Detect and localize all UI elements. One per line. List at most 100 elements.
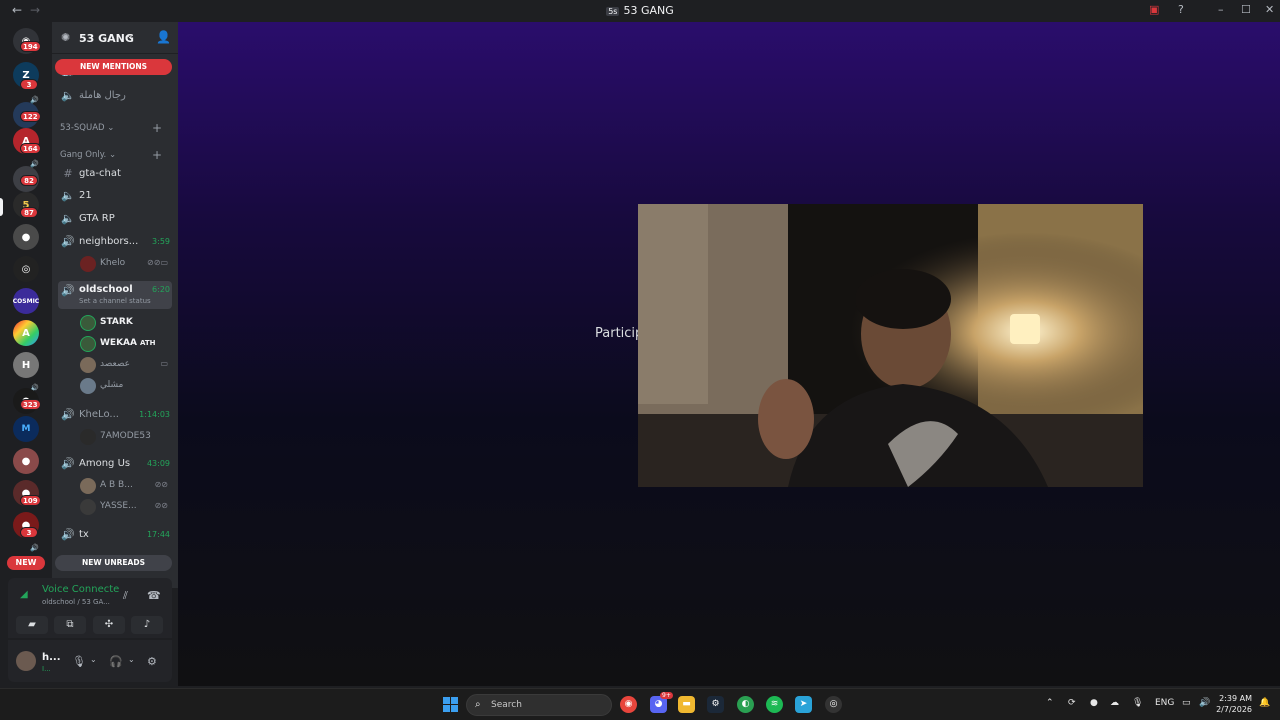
notification-bell-icon[interactable]: 🔔: [1259, 698, 1270, 708]
headphones-icon[interactable]: 🎧: [109, 655, 123, 668]
user-name: h...: [42, 652, 61, 663]
badge: 194: [20, 41, 41, 52]
server-glyph: 5s: [606, 7, 620, 16]
server-icon[interactable]: ◎: [13, 256, 39, 282]
app-icon[interactable]: ◎: [825, 696, 842, 713]
avatar[interactable]: [16, 651, 36, 671]
channel-among-us[interactable]: 🔊 Among Us 43:09: [58, 454, 172, 474]
microphone-icon[interactable]: 🎙: [1132, 698, 1143, 708]
spotify-icon[interactable]: ≋: [766, 696, 783, 713]
voice-location[interactable]: oldschool / 53 GA...: [42, 598, 110, 606]
clock[interactable]: 2:39 AM 2/7/2026: [1212, 693, 1252, 715]
participant-text: Particip: [595, 326, 644, 341]
add-member-icon[interactable]: 👤: [156, 30, 171, 44]
voice-user[interactable]: STARK: [80, 314, 170, 332]
minimize-button[interactable]: –: [1218, 3, 1224, 16]
channel-tx[interactable]: 🔊 tx 17:44: [58, 525, 172, 545]
server-icon[interactable]: COSMIC: [13, 288, 39, 314]
noise-suppression-icon[interactable]: ⫽: [123, 589, 128, 603]
voice-user[interactable]: 7AMODE53: [80, 428, 170, 446]
close-button[interactable]: ✕: [1265, 3, 1274, 16]
server-icon[interactable]: ●: [13, 448, 39, 474]
search-icon: ⌕: [475, 699, 481, 710]
app-icon[interactable]: ◐: [737, 696, 754, 713]
window-title: 5s 53 GANG: [0, 4, 1280, 17]
help-icon[interactable]: ?: [1178, 3, 1184, 16]
volume-icon[interactable]: 🔊: [1199, 698, 1210, 708]
voice-user[interactable]: مشلي: [80, 377, 170, 395]
signal-icon[interactable]: ◢: [20, 589, 28, 600]
add-channel-icon[interactable]: +: [152, 121, 162, 135]
category-53-squad[interactable]: 53-SQUAD ⌄ +: [60, 121, 162, 135]
tray-app-icon[interactable]: ⟳: [1068, 698, 1076, 708]
speaker-icon: 🔊: [30, 544, 39, 552]
new-servers-pill[interactable]: NEW: [7, 556, 45, 570]
channel-status[interactable]: Set a channel status: [79, 297, 151, 305]
chevron-down-icon: ⌄: [126, 31, 134, 41]
user-tag: ATH: [139, 339, 156, 347]
chrome-icon[interactable]: ◉: [620, 696, 637, 713]
microphone-icon[interactable]: 🎙: [72, 655, 86, 668]
steam-icon[interactable]: ⚙: [707, 696, 724, 713]
telegram-icon[interactable]: ➤: [795, 696, 812, 713]
speaker-icon: 🔈: [61, 189, 75, 202]
voice-timer: 43:09: [146, 459, 170, 468]
chevron-down-icon[interactable]: ⌄: [128, 655, 135, 664]
avatar: [80, 336, 96, 352]
settings-gear-icon[interactable]: ⚙: [147, 655, 157, 668]
avatar: [80, 429, 96, 445]
maximize-button[interactable]: ☐: [1241, 3, 1251, 16]
badge: 87: [20, 207, 38, 218]
taskbar-search[interactable]: ⌕ Search: [466, 694, 612, 716]
new-mentions-banner[interactable]: NEW MENTIONS: [55, 59, 172, 75]
category-gang-only[interactable]: Gang Only. ⌄ +: [60, 148, 162, 162]
channel-label: tx: [79, 529, 89, 540]
chevron-down-icon[interactable]: ⌄: [90, 655, 97, 664]
channel-gta-rp[interactable]: 🔈 GTA RP: [58, 209, 172, 229]
add-channel-icon[interactable]: +: [152, 148, 162, 162]
server-header[interactable]: ✺ 53 GANG ⌄ 👤: [52, 22, 178, 54]
voice-user[interactable]: عصعصد ▭: [80, 356, 170, 374]
channel-khelo[interactable]: 🔊 KheLo... 1:14:03: [58, 405, 172, 425]
screen-share-icon[interactable]: ▣: [1149, 3, 1159, 16]
user-name: YASSE...: [100, 501, 137, 511]
badge: 164: [20, 143, 41, 154]
voice-user[interactable]: A B B... ⊘⊘: [80, 477, 170, 495]
activities-icon[interactable]: ✣: [93, 616, 125, 634]
voice-user[interactable]: WEKAA ATH: [80, 335, 170, 353]
disconnect-icon[interactable]: ☎: [147, 589, 161, 602]
muted-deafened-icon: ⊘⊘: [154, 480, 168, 489]
tray-app-icon[interactable]: ●: [1090, 698, 1098, 708]
speaker-icon: 🔊: [61, 528, 75, 541]
soundboard-icon[interactable]: ♪: [131, 616, 163, 634]
voice-user[interactable]: Khelo ⊘⊘▭: [80, 255, 170, 273]
file-explorer-icon[interactable]: ▬: [678, 696, 695, 713]
server-icon[interactable]: A: [13, 320, 39, 346]
server-icon[interactable]: H: [13, 352, 39, 378]
channel-21[interactable]: 🔈 21: [58, 186, 172, 206]
category-label: Gang Only.: [60, 150, 107, 160]
server-icon[interactable]: ●: [13, 224, 39, 250]
start-button[interactable]: [443, 697, 458, 712]
camera-off-icon[interactable]: ▰: [16, 616, 48, 634]
user-name-text: WEKAA: [100, 338, 137, 348]
channel-label: KheLo...: [79, 409, 119, 420]
language-indicator[interactable]: ENG: [1155, 698, 1174, 708]
onedrive-icon[interactable]: ☁: [1110, 698, 1119, 708]
webcam-video-tile[interactable]: [638, 204, 1143, 487]
discord-badge: 9+: [660, 692, 673, 699]
chevron-up-icon[interactable]: ⌃: [1046, 698, 1054, 708]
channel-arabic[interactable]: 🔈 رجال هاملة: [58, 86, 172, 106]
channel-oldschool[interactable]: 🔊 oldschool 6:20 Set a channel status: [58, 281, 172, 309]
voice-user[interactable]: YASSE... ⊘⊘: [80, 498, 170, 516]
screen-share-icon[interactable]: ⧉: [54, 616, 86, 634]
windows-taskbar: ⌕ Search ◉ ◕ 9+ ▬ ⚙ ◐ ≋ ➤ ◎ ⌃ ⟳ ● ☁ 🎙 EN…: [0, 688, 1280, 720]
speaker-icon: 🔊: [61, 235, 75, 248]
channel-gta-chat[interactable]: # gta-chat: [58, 164, 172, 184]
windows-logo-icon: [451, 705, 458, 712]
network-icon[interactable]: ▭: [1182, 698, 1191, 708]
hash-icon: #: [63, 167, 73, 180]
server-icon[interactable]: M: [13, 416, 39, 442]
new-unreads-banner[interactable]: NEW UNREADS: [55, 555, 172, 571]
channel-neighbors[interactable]: 🔊 neighbors... 3:59: [58, 232, 172, 252]
